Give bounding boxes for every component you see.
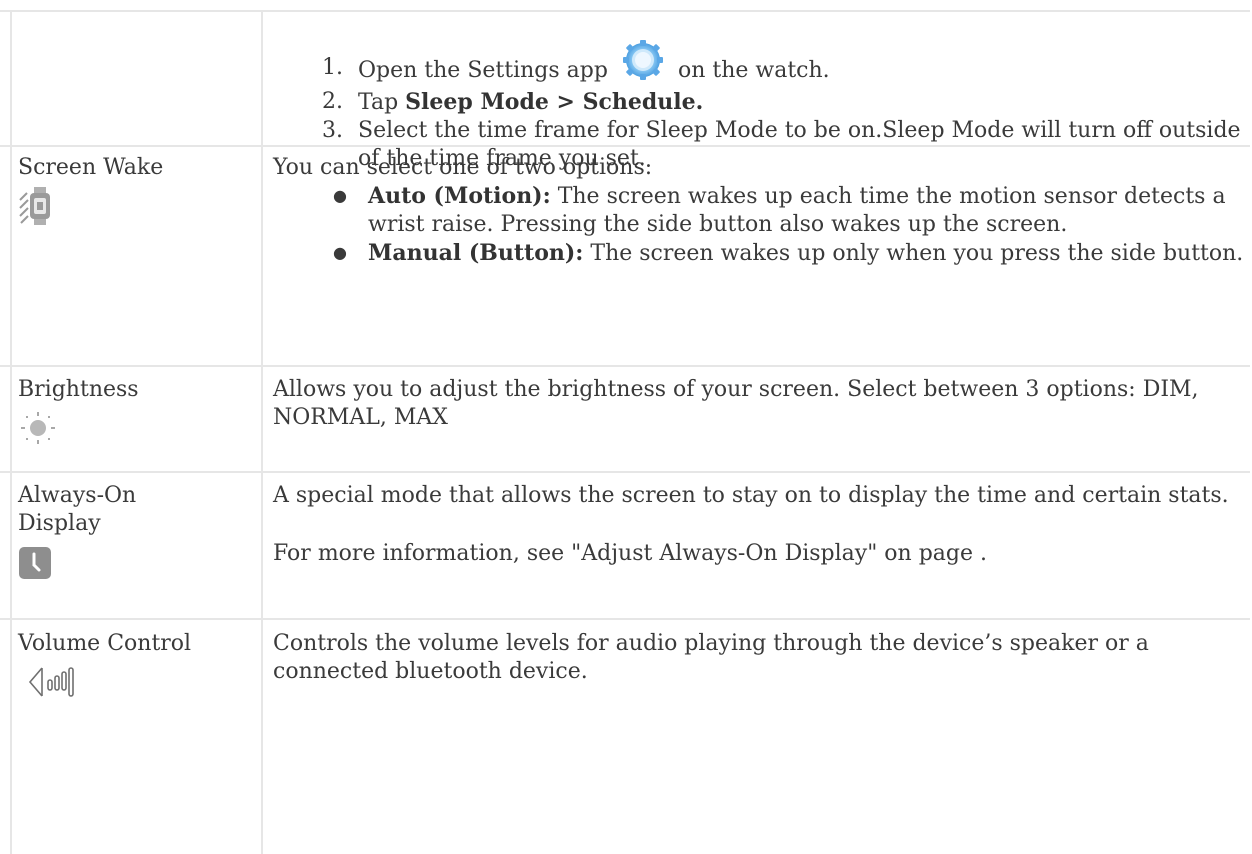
- volume-label: Volume Control: [18, 631, 192, 656]
- volume-desc-cell: Controls the volume levels for audio pla…: [273, 630, 1245, 686]
- option-bold: Manual (Button):: [368, 240, 584, 266]
- step-number: 3.: [322, 118, 343, 143]
- step-item: 2. Tap Sleep Mode > Schedule.: [273, 88, 1245, 117]
- option-item: ● Auto (Motion): The screen wakes up eac…: [273, 182, 1245, 239]
- screen-wake-desc-cell: You can select one of two options: ● Aut…: [273, 154, 1245, 268]
- option-text: The screen wakes up only when you press …: [590, 241, 1244, 266]
- option-bold: Auto (Motion):: [368, 183, 551, 209]
- screen-wake-label-cell: Screen Wake: [18, 154, 253, 234]
- brightness-label: Brightness: [18, 377, 139, 402]
- settings-gear-icon: [621, 40, 665, 88]
- clock-icon: [18, 546, 52, 588]
- brightness-sun-icon: [18, 410, 58, 454]
- volume-label-cell: Volume Control: [18, 630, 253, 708]
- volume-desc: Controls the volume levels for audio pla…: [273, 631, 1149, 684]
- screen-wake-options: ● Auto (Motion): The screen wakes up eac…: [273, 182, 1245, 268]
- always-on-desc: A special mode that allows the screen to…: [273, 483, 1229, 508]
- brightness-desc-cell: Allows you to adjust the brightness of y…: [273, 376, 1245, 432]
- bullet-icon: ●: [333, 243, 347, 262]
- always-on-label-cell: Always-On Display: [18, 482, 168, 588]
- step-number: 1.: [322, 55, 343, 80]
- always-on-more-info: For more information, see "Adjust Always…: [273, 541, 988, 566]
- step-item: 1. Open the Settings app on the watch.: [273, 40, 1245, 88]
- screen-wake-intro: You can select one of two options:: [273, 155, 653, 180]
- watch-motion-icon: [18, 186, 54, 234]
- always-on-label: Always-On Display: [18, 483, 137, 536]
- step-text-after: on the watch.: [677, 58, 830, 83]
- step-text: Open the Settings app: [358, 58, 608, 83]
- brightness-label-cell: Brightness: [18, 376, 253, 454]
- screen-wake-label: Screen Wake: [18, 155, 164, 180]
- always-on-desc-cell: A special mode that allows the screen to…: [273, 482, 1245, 568]
- brightness-desc: Allows you to adjust the brightness of y…: [273, 377, 1199, 430]
- step-number: 2.: [322, 89, 343, 114]
- step-bold-text: Sleep Mode > Schedule.: [405, 89, 704, 115]
- step-text: Tap: [358, 90, 399, 115]
- bullet-icon: ●: [333, 186, 347, 205]
- volume-icon: [26, 664, 86, 708]
- option-item: ● Manual (Button): The screen wakes up o…: [273, 239, 1245, 268]
